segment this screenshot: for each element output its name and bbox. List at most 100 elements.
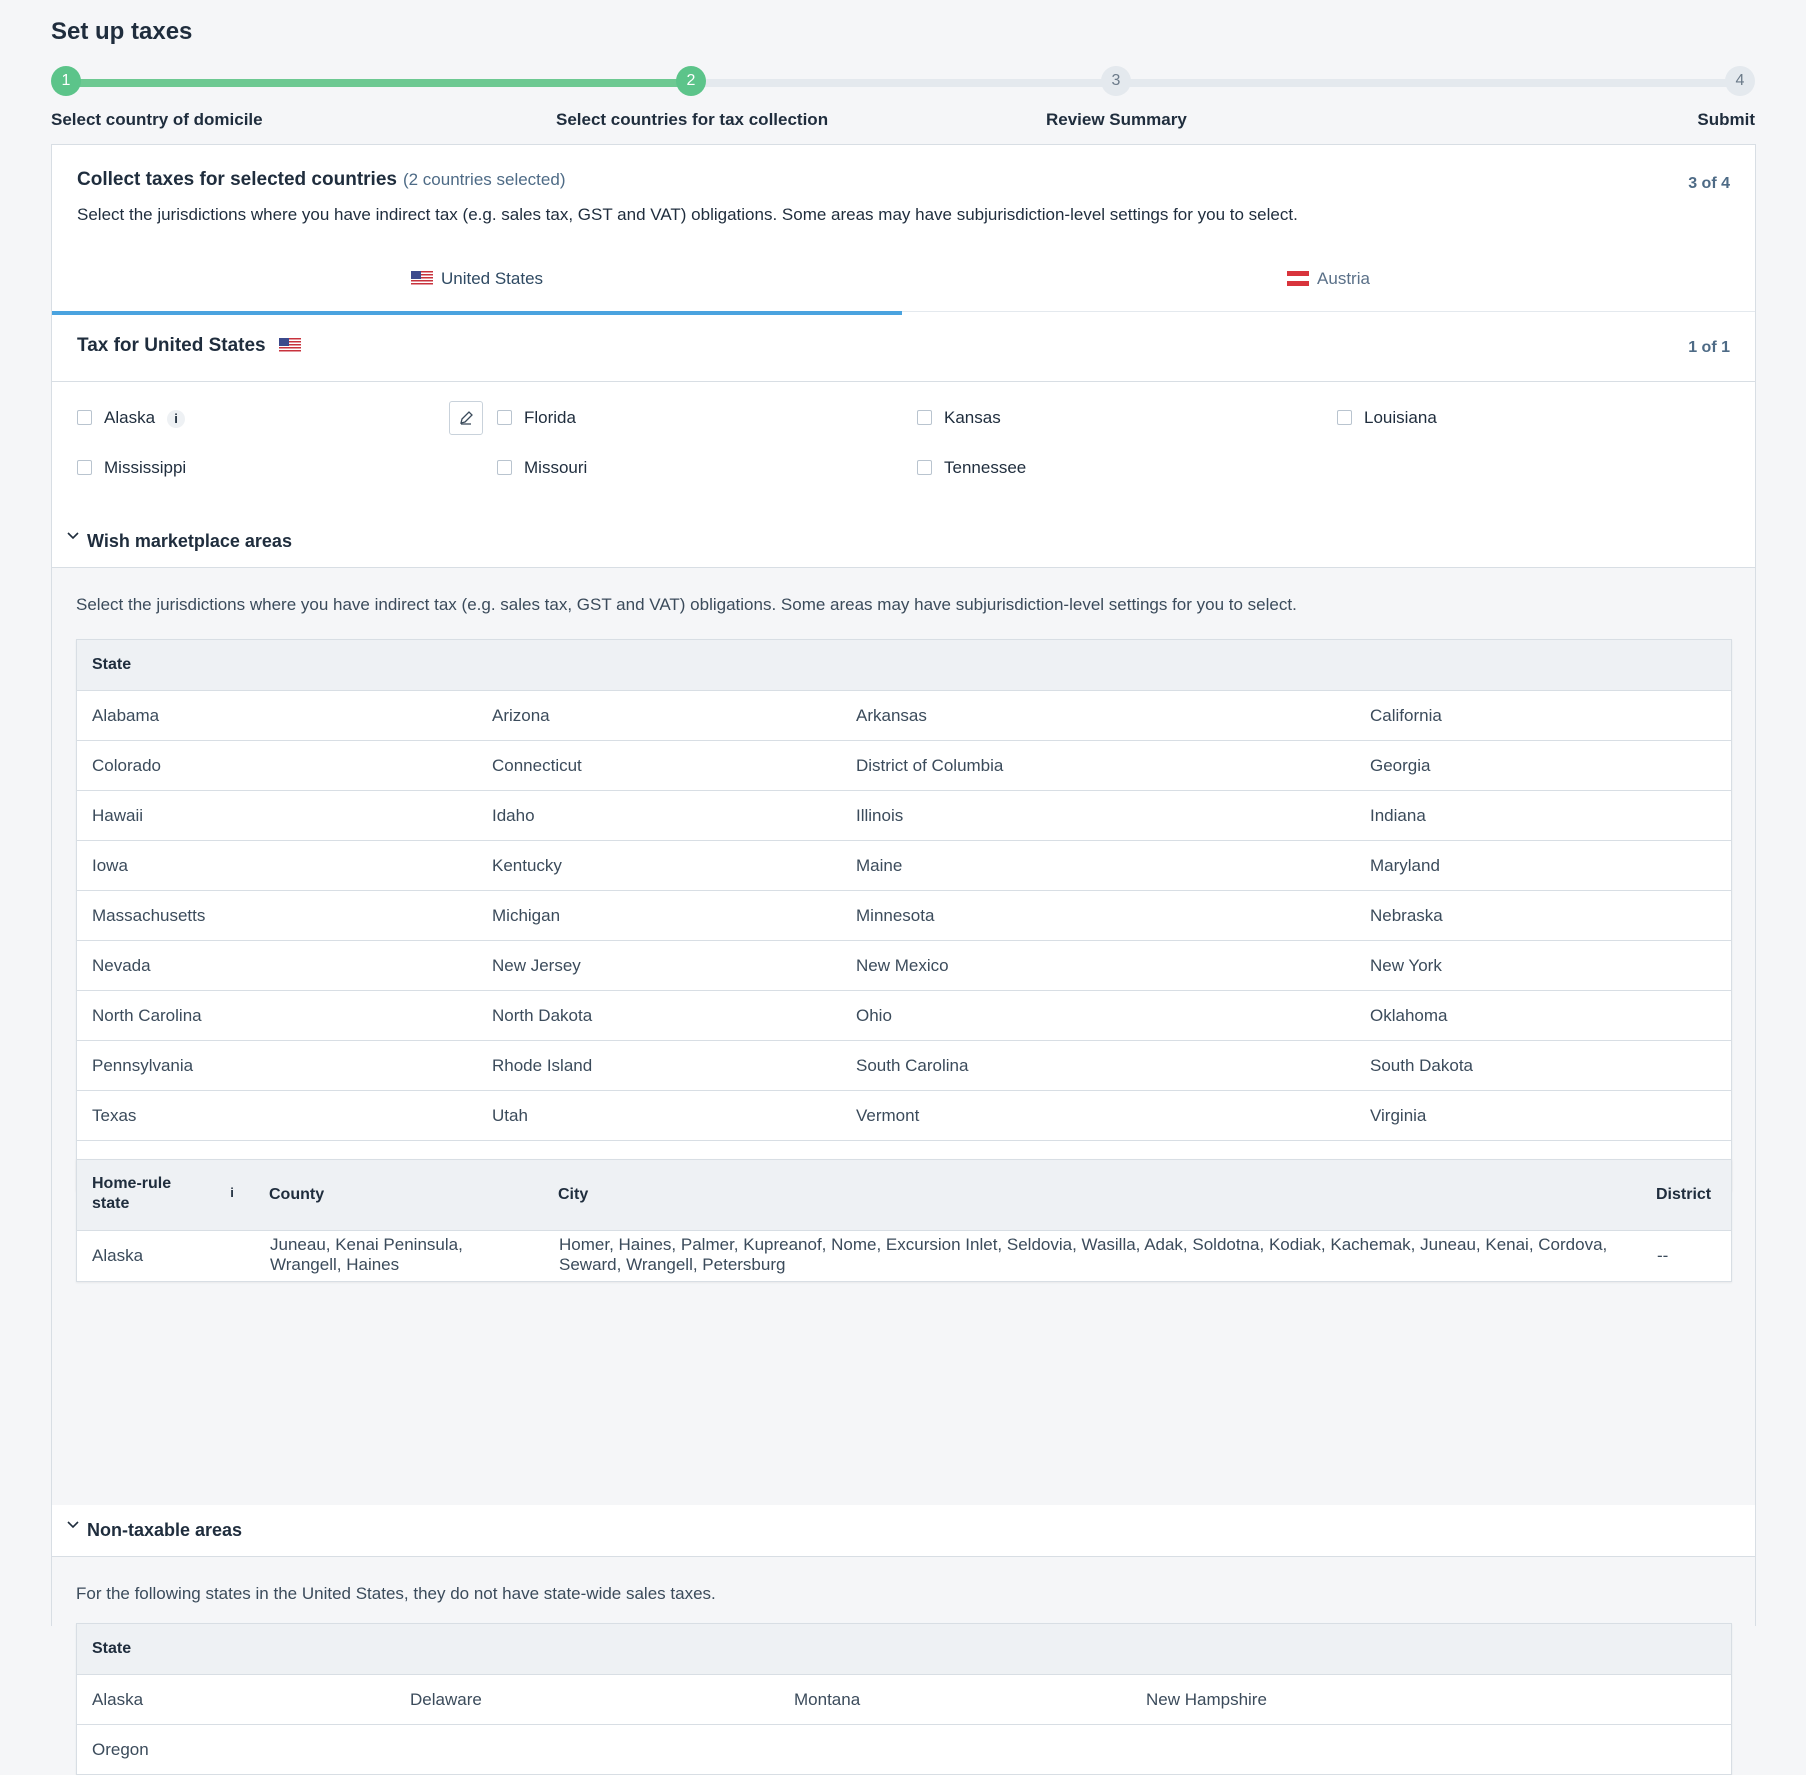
state-cell: Montana: [794, 1690, 861, 1709]
page-title: Set up taxes: [51, 18, 193, 45]
state-cell: Iowa: [92, 856, 128, 875]
tax-setup-card: Collect taxes for selected countries (2 c…: [51, 144, 1756, 1775]
us-flag-icon: [410, 271, 433, 286]
card-title-text: Collect taxes for selected countries: [77, 169, 397, 190]
checkbox-square[interactable]: [77, 410, 92, 425]
state-cell: Idaho: [492, 806, 535, 825]
step-counter: 3 of 4: [1688, 175, 1730, 192]
state-cell: North Dakota: [492, 1006, 593, 1025]
state-cell: Colorado: [92, 756, 161, 775]
city-header: City: [558, 1186, 589, 1203]
table-header: State: [77, 640, 1731, 691]
checkbox-square[interactable]: [917, 410, 932, 425]
card-title: Collect taxes for selected countries (2 c…: [77, 169, 565, 191]
home-rule-state-header: Home-rule state: [92, 1174, 171, 1214]
state-cell: Vermont: [856, 1106, 920, 1125]
table-row: Alaska Delaware Montana New Hampshire: [77, 1675, 1731, 1725]
state-cell: Georgia: [1370, 756, 1431, 775]
checkbox-mississippi[interactable]: Mississippi: [77, 458, 186, 478]
state-cell: California: [1370, 706, 1442, 725]
state-cell: Michigan: [492, 906, 561, 925]
marketplace-areas-toggle[interactable]: Wish marketplace areas: [52, 517, 1755, 568]
checkbox-alaska[interactable]: Alaska i: [77, 408, 186, 428]
step-3-indicator[interactable]: 3: [1101, 66, 1131, 96]
stepper-track-remaining: [691, 79, 1741, 87]
table-header: State: [77, 1624, 1731, 1675]
state-cell: District of Columbia: [856, 756, 1004, 775]
state-cell: Rhode Island: [492, 1056, 593, 1075]
state-cell: Hawaii: [92, 806, 144, 825]
non-taxable-areas-toggle[interactable]: Non-taxable areas: [52, 1506, 1755, 1557]
state-cell: Connecticut: [492, 756, 582, 775]
state-cell: New Mexico: [856, 956, 949, 975]
checkbox-square[interactable]: [1337, 410, 1352, 425]
state-cell: Minnesota: [856, 906, 935, 925]
non-taxable-areas-panel: For the following states in the United S…: [52, 1557, 1755, 1775]
state-cell: Delaware: [410, 1690, 482, 1709]
table-header: Home-rule state i County City District: [77, 1160, 1731, 1231]
state-column-header: State: [92, 656, 132, 673]
state-cell: Illinois: [856, 806, 904, 825]
tab-united-states[interactable]: United States: [52, 255, 902, 315]
section-title: Tax for United States: [77, 335, 301, 357]
step-2-label: Select countries for tax collection: [556, 110, 829, 129]
checkbox-label: Alaska: [104, 408, 156, 427]
checkbox-label: Louisiana: [1364, 408, 1437, 427]
tab-austria-label: Austria: [1317, 269, 1370, 288]
county-cell: Juneau, Kenai Peninsula, Wrangell, Haine…: [270, 1235, 463, 1275]
state-column-header: State: [92, 1640, 132, 1657]
state-cell: Utah: [492, 1106, 528, 1125]
checkbox-square[interactable]: [77, 460, 92, 475]
table-row: Iowa Kentucky Maine Maryland: [77, 841, 1731, 891]
edit-button[interactable]: [449, 401, 483, 435]
countries-selected-count: (2 countries selected): [402, 170, 566, 189]
table-row: Oregon: [77, 1725, 1731, 1774]
step-4-label: Submit: [1697, 110, 1755, 129]
state-cell: South Dakota: [1370, 1056, 1474, 1075]
pencil-icon: [460, 411, 473, 425]
step-1-label: Select country of domicile: [51, 110, 263, 129]
chevron-down-icon: [67, 532, 79, 540]
austria-flag-icon: [1287, 271, 1310, 286]
checkbox-kansas[interactable]: Kansas: [917, 408, 1001, 428]
checkbox-square[interactable]: [917, 460, 932, 475]
step-4-indicator[interactable]: 4: [1725, 66, 1755, 96]
checkbox-square[interactable]: [497, 410, 512, 425]
info-icon[interactable]: i: [167, 410, 186, 428]
district-header: District: [1656, 1186, 1712, 1203]
state-cell: Oregon: [92, 1740, 149, 1759]
state-checkbox-grid: Alaska i Florida Kansas Louisiana Mississ…: [52, 381, 1755, 516]
home-rule-header-line: state: [92, 1195, 130, 1212]
checkbox-missouri[interactable]: Missouri: [497, 458, 587, 478]
table-row: Massachusetts Michigan Minnesota Nebraska: [77, 891, 1731, 941]
chevron-down-icon: [67, 1521, 79, 1529]
checkbox-square[interactable]: [497, 460, 512, 475]
stepper-track-completed: [66, 79, 691, 87]
city-cell: Homer, Haines, Palmer, Kupreanof, Nome, …: [559, 1235, 1607, 1275]
section-title-text: Tax for United States: [77, 335, 266, 356]
table-row: Alabama Arizona Arkansas California: [77, 691, 1731, 741]
table-row: Pennsylvania Rhode Island South Carolina So…: [77, 1041, 1731, 1091]
table-row: Colorado Connecticut District of Columbia G…: [77, 741, 1731, 791]
district-cell: --: [1657, 1246, 1669, 1265]
checkbox-tennessee[interactable]: Tennessee: [917, 458, 1026, 478]
checkbox-louisiana[interactable]: Louisiana: [1337, 408, 1437, 428]
step-2-indicator[interactable]: 2: [676, 66, 706, 96]
city-cell-line: Seward, Wrangell, Petersburg: [559, 1255, 786, 1274]
table-row: Alaska Juneau, Kenai Peninsula, Wrangell…: [77, 1231, 1731, 1281]
state-cell: Kentucky: [492, 856, 562, 875]
state-cell: Alabama: [92, 706, 160, 725]
non-taxable-description: For the following states in the United S…: [76, 1584, 716, 1603]
state-cell: Indiana: [1370, 806, 1426, 825]
checkbox-florida[interactable]: Florida: [497, 408, 576, 428]
checkbox-label: Florida: [524, 408, 576, 427]
info-icon[interactable]: i: [223, 1184, 241, 1202]
state-cell: Alaska: [92, 1690, 144, 1709]
marketplace-areas-panel: Select the jurisdictions where you have …: [52, 568, 1755, 1505]
table-row: Hawaii Idaho Illinois Indiana: [77, 791, 1731, 841]
step-1-indicator[interactable]: 1: [51, 66, 81, 96]
home-rule-state-cell: Alaska: [92, 1246, 144, 1265]
tab-austria[interactable]: Austria: [902, 255, 1755, 311]
checkbox-label: Mississippi: [104, 458, 187, 477]
marketplace-description: Select the jurisdictions where you have …: [76, 595, 1297, 614]
